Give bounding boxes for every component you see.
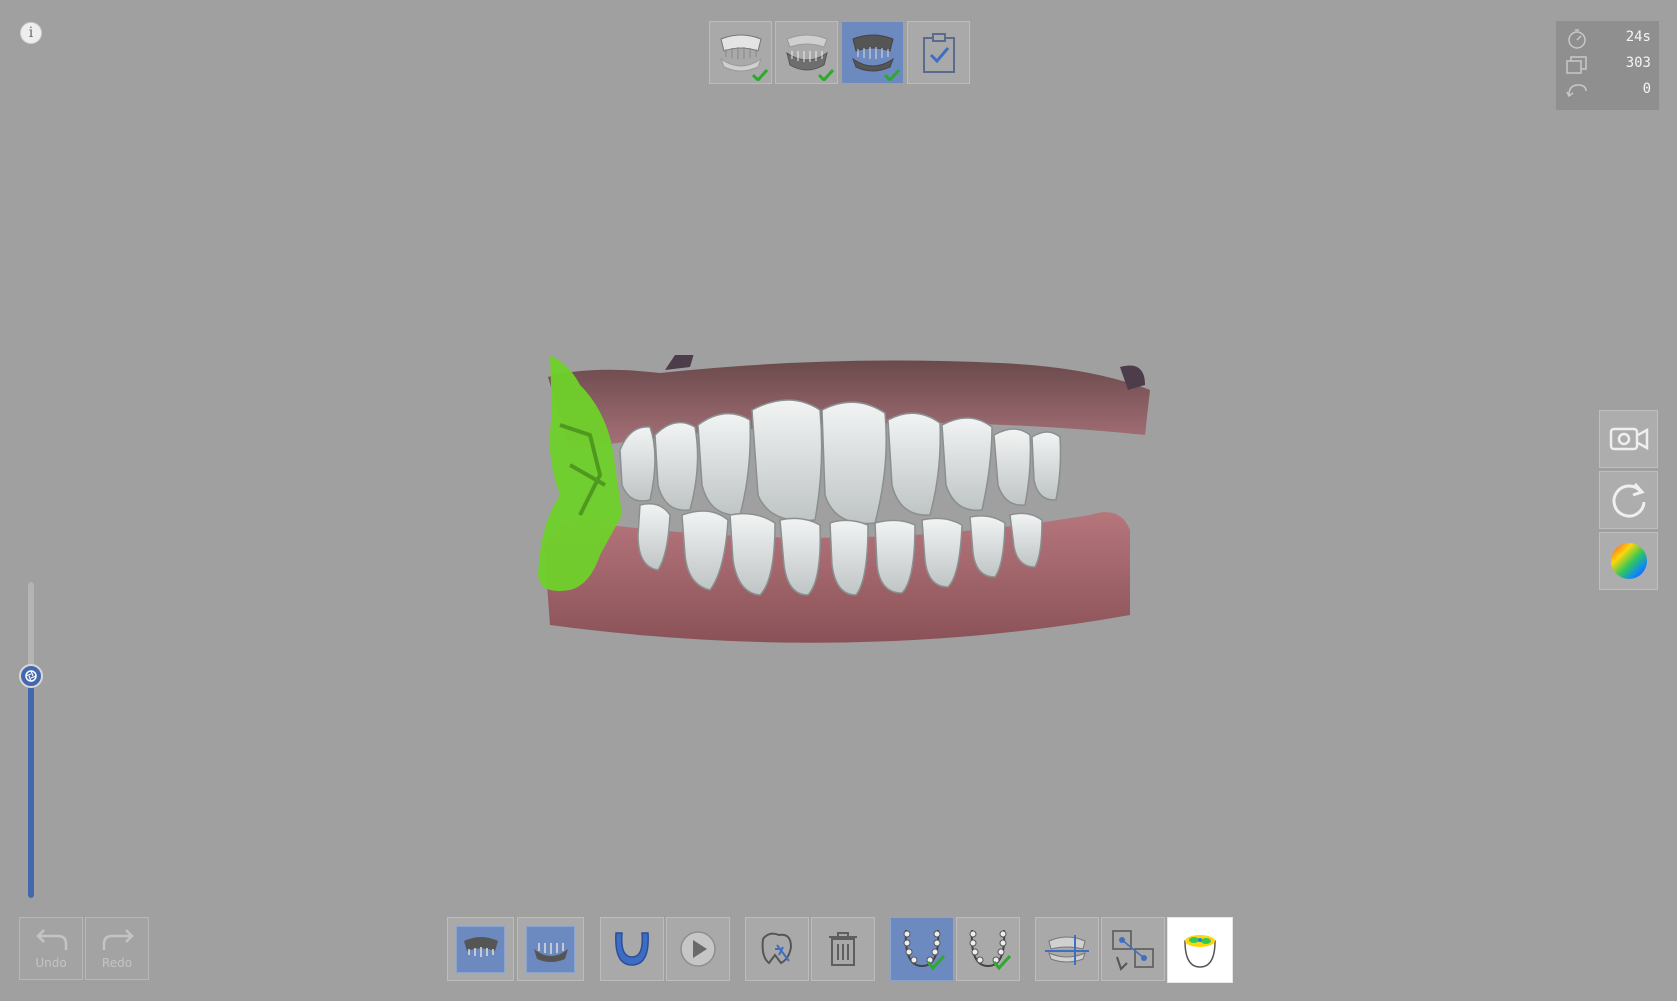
undo-label: Undo xyxy=(35,956,67,970)
3d-dental-scan-model[interactable] xyxy=(530,355,1160,655)
frames-icon xyxy=(1566,56,1587,74)
upper-jaw-icon xyxy=(463,937,498,957)
trim-button[interactable] xyxy=(745,917,809,981)
scan-time-value: 24s xyxy=(1625,29,1651,45)
undo-icon xyxy=(36,929,68,950)
step-bite[interactable] xyxy=(841,21,904,84)
redo-icon xyxy=(102,929,134,950)
show-lower-jaw-button[interactable] xyxy=(517,917,584,981)
frame-count-value: 303 xyxy=(1625,55,1651,71)
occlusion-heatmap-icon xyxy=(1184,935,1216,968)
dental-arch-icon xyxy=(615,932,649,966)
lower-jaw-icon xyxy=(785,34,828,70)
reset-view-icon xyxy=(1612,483,1645,518)
occlusion-map-button[interactable] xyxy=(1167,917,1233,983)
lower-jaw-icon xyxy=(533,943,568,962)
brightness-slider-fill xyxy=(28,675,34,898)
brightness-slider-handle[interactable] xyxy=(19,664,43,688)
rotation-count-value: 0 xyxy=(1642,81,1651,97)
rotation-icon xyxy=(1566,84,1587,98)
jaw-plane-icon xyxy=(1045,935,1089,965)
check-icon xyxy=(818,69,834,81)
redo-button[interactable]: Redo xyxy=(85,917,149,980)
trash-icon xyxy=(829,932,857,966)
step-upper-jaw[interactable] xyxy=(709,21,772,84)
clipboard-check-icon xyxy=(922,32,955,73)
info-button[interactable]: i xyxy=(20,22,42,44)
reset-view-button[interactable] xyxy=(1599,471,1658,529)
frame-count-row: 303 xyxy=(1556,51,1659,77)
point-align-icon xyxy=(1112,930,1154,971)
play-button[interactable] xyxy=(666,917,730,981)
bite-icon xyxy=(851,34,894,71)
scan-time-row: 24s xyxy=(1556,25,1659,51)
arch-teeth-check-icon xyxy=(903,929,946,971)
check-icon xyxy=(752,69,768,81)
check-icon xyxy=(884,69,900,81)
rotation-count-row: 0 xyxy=(1556,77,1659,103)
redo-label: Redo xyxy=(101,956,133,970)
upper-jaw-icon xyxy=(719,34,762,71)
upper-jaw-toggle-active xyxy=(456,925,505,973)
color-map-button[interactable] xyxy=(1599,532,1658,590)
step-lower-jaw[interactable] xyxy=(775,21,838,84)
undo-button[interactable]: Undo xyxy=(19,917,83,980)
upper-arch-check-button[interactable] xyxy=(890,917,954,981)
arch-view-button[interactable] xyxy=(600,917,664,981)
aperture-icon xyxy=(25,670,37,682)
stopwatch-icon xyxy=(1568,29,1586,49)
play-icon xyxy=(680,931,716,967)
delete-button[interactable] xyxy=(811,917,875,981)
align-points-button[interactable] xyxy=(1101,917,1165,981)
lower-arch-check-button[interactable] xyxy=(956,917,1020,981)
lower-jaw-toggle-active xyxy=(526,925,575,973)
scan-stats-panel: 24s 303 0 xyxy=(1556,21,1659,110)
camera-icon xyxy=(1609,427,1648,451)
camera-button[interactable] xyxy=(1599,410,1658,468)
color-map-icon xyxy=(1610,543,1647,579)
arch-teeth-check-icon xyxy=(969,929,1012,971)
occlusal-plane-button[interactable] xyxy=(1035,917,1099,981)
step-review[interactable] xyxy=(907,21,970,84)
tooth-trim-icon xyxy=(761,932,793,965)
show-upper-jaw-button[interactable] xyxy=(447,917,514,981)
